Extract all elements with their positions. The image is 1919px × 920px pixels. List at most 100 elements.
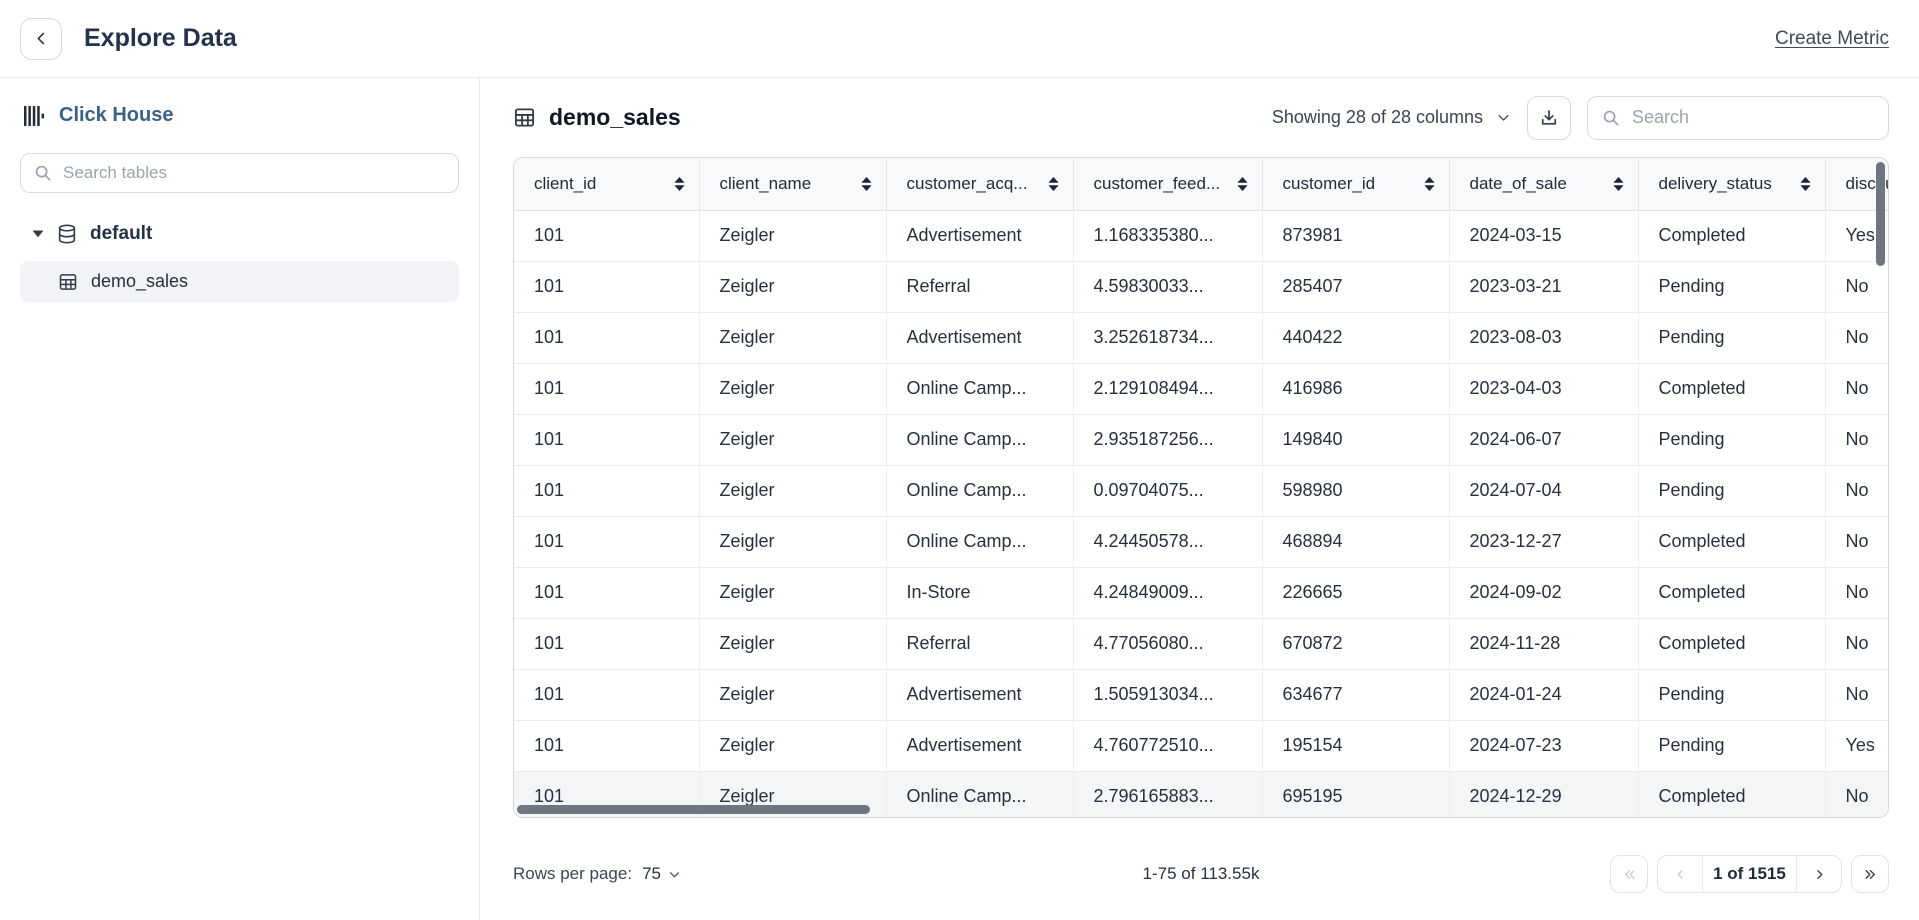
- table-row[interactable]: 101ZeiglerAdvertisement4.760772510...195…: [514, 720, 1889, 771]
- chevrons-left-icon: [1621, 867, 1638, 882]
- table-cell: 1.168335380...: [1073, 210, 1262, 261]
- page-stepper: 1 of 1515: [1657, 855, 1842, 893]
- column-label: delivery_status: [1659, 174, 1772, 194]
- column-header-customer-acq[interactable]: customer_acq...: [886, 158, 1073, 210]
- table-cell: 0.09704075...: [1073, 465, 1262, 516]
- table-cell: No: [1825, 669, 1889, 720]
- table-cell: 2024-07-04: [1449, 465, 1638, 516]
- table-cell: Completed: [1638, 567, 1825, 618]
- table-cell: Advertisement: [886, 669, 1073, 720]
- chevron-down-icon: [1496, 110, 1511, 125]
- table-cell: 3.252618734...: [1073, 312, 1262, 363]
- chevrons-right-icon: [1862, 867, 1879, 882]
- page-indicator: 1 of 1515: [1702, 856, 1797, 892]
- table-cell: No: [1825, 771, 1889, 818]
- database-name: default: [90, 223, 152, 245]
- table-cell: 101: [514, 465, 699, 516]
- top-header: Explore Data Create Metric: [0, 0, 1919, 78]
- table-cell: Advertisement: [886, 210, 1073, 261]
- table-row[interactable]: 101ZeiglerOnline Camp...0.09704075...598…: [514, 465, 1889, 516]
- sort-icon: [1237, 177, 1248, 191]
- table-cell: Referral: [886, 618, 1073, 669]
- table-cell: Zeigler: [699, 312, 886, 363]
- column-header-delivery-status[interactable]: delivery_status: [1638, 158, 1825, 210]
- chevron-left-icon: [1673, 867, 1688, 882]
- table-cell: Zeigler: [699, 210, 886, 261]
- column-label: client_id: [534, 174, 596, 194]
- table-row[interactable]: 101ZeiglerAdvertisement1.505913034...634…: [514, 669, 1889, 720]
- table-row[interactable]: 101ZeiglerIn-Store4.24849009...226665202…: [514, 567, 1889, 618]
- sidebar-table-label: demo_sales: [91, 271, 188, 292]
- first-page-button[interactable]: [1610, 855, 1648, 893]
- next-page-button[interactable]: [1797, 856, 1841, 892]
- tree-database-default[interactable]: default: [20, 217, 459, 253]
- table-cell: 101: [514, 363, 699, 414]
- sidebar: Click House default demo_sales: [0, 78, 480, 920]
- table-cell: Pending: [1638, 414, 1825, 465]
- table-cell: 2024-09-02: [1449, 567, 1638, 618]
- sort-icon: [674, 177, 685, 191]
- table-cell: 2024-12-29: [1449, 771, 1638, 818]
- column-header-customer-feed[interactable]: customer_feed...: [1073, 158, 1262, 210]
- vertical-scrollbar[interactable]: [1876, 162, 1885, 266]
- table-cell: 101: [514, 261, 699, 312]
- table-cell: 2023-04-03: [1449, 363, 1638, 414]
- table-cell: 2024-06-07: [1449, 414, 1638, 465]
- clickhouse-logo-icon: [24, 106, 46, 126]
- table-cell: 1.505913034...: [1073, 669, 1262, 720]
- table-header-row: client_idclient_namecustomer_acq...custo…: [514, 158, 1889, 210]
- table-cell: Zeigler: [699, 363, 886, 414]
- table-row[interactable]: 101ZeiglerAdvertisement1.168335380...873…: [514, 210, 1889, 261]
- column-label: customer_id: [1283, 174, 1376, 194]
- rows-per-page-label: Rows per page:: [513, 864, 632, 884]
- download-button[interactable]: [1527, 96, 1571, 140]
- table-cell: Completed: [1638, 618, 1825, 669]
- table-row[interactable]: 101ZeiglerOnline Camp...2.129108494...41…: [514, 363, 1889, 414]
- table-cell: Online Camp...: [886, 516, 1073, 567]
- table-cell: Pending: [1638, 312, 1825, 363]
- table-cell: No: [1825, 618, 1889, 669]
- table-search-input[interactable]: [1587, 96, 1889, 140]
- table-cell: 2024-01-24: [1449, 669, 1638, 720]
- table-cell: 101: [514, 414, 699, 465]
- table-title: demo_sales: [549, 104, 681, 131]
- column-label: client_name: [720, 174, 812, 194]
- table-cell: Zeigler: [699, 414, 886, 465]
- table-search-field: [1587, 96, 1889, 140]
- table-row[interactable]: 101ZeiglerAdvertisement3.252618734...440…: [514, 312, 1889, 363]
- table-row[interactable]: 101ZeiglerOnline Camp...4.24450578...468…: [514, 516, 1889, 567]
- table-cell: Online Camp...: [886, 414, 1073, 465]
- column-header-customer-id[interactable]: customer_id: [1262, 158, 1449, 210]
- horizontal-scrollbar[interactable]: [517, 805, 870, 814]
- previous-page-button[interactable]: [1658, 856, 1702, 892]
- rows-per-page-select[interactable]: 75: [642, 864, 681, 884]
- table-cell: 440422: [1262, 312, 1449, 363]
- pagination: 1 of 1515: [1610, 855, 1889, 893]
- table-cell: Zeigler: [699, 618, 886, 669]
- create-metric-link[interactable]: Create Metric: [1775, 28, 1889, 50]
- columns-summary-text: Showing 28 of 28 columns: [1272, 107, 1483, 128]
- back-button[interactable]: [20, 18, 62, 60]
- sort-icon: [861, 177, 872, 191]
- table-row[interactable]: 101ZeiglerReferral4.59830033...285407202…: [514, 261, 1889, 312]
- table-cell: In-Store: [886, 567, 1073, 618]
- table-cell: Zeigler: [699, 516, 886, 567]
- search-tables-input[interactable]: [20, 153, 459, 193]
- columns-visibility-dropdown[interactable]: Showing 28 of 28 columns: [1272, 107, 1511, 128]
- column-header-client-name[interactable]: client_name: [699, 158, 886, 210]
- table-cell: 2.129108494...: [1073, 363, 1262, 414]
- table-cell: 149840: [1262, 414, 1449, 465]
- data-table: client_idclient_namecustomer_acq...custo…: [514, 158, 1889, 818]
- table-row[interactable]: 101ZeiglerOnline Camp...2.935187256...14…: [514, 414, 1889, 465]
- column-header-date-of-sale[interactable]: date_of_sale: [1449, 158, 1638, 210]
- last-page-button[interactable]: [1851, 855, 1889, 893]
- table-icon: [58, 272, 78, 292]
- table-row[interactable]: 101ZeiglerReferral4.77056080...670872202…: [514, 618, 1889, 669]
- column-header-client-id[interactable]: client_id: [514, 158, 699, 210]
- table-cell: No: [1825, 312, 1889, 363]
- sidebar-item-demo-sales[interactable]: demo_sales: [20, 261, 459, 302]
- toolbar: demo_sales Showing 28 of 28 columns: [513, 78, 1889, 157]
- table-cell: 101: [514, 618, 699, 669]
- table-cell: Pending: [1638, 720, 1825, 771]
- download-icon: [1539, 108, 1559, 128]
